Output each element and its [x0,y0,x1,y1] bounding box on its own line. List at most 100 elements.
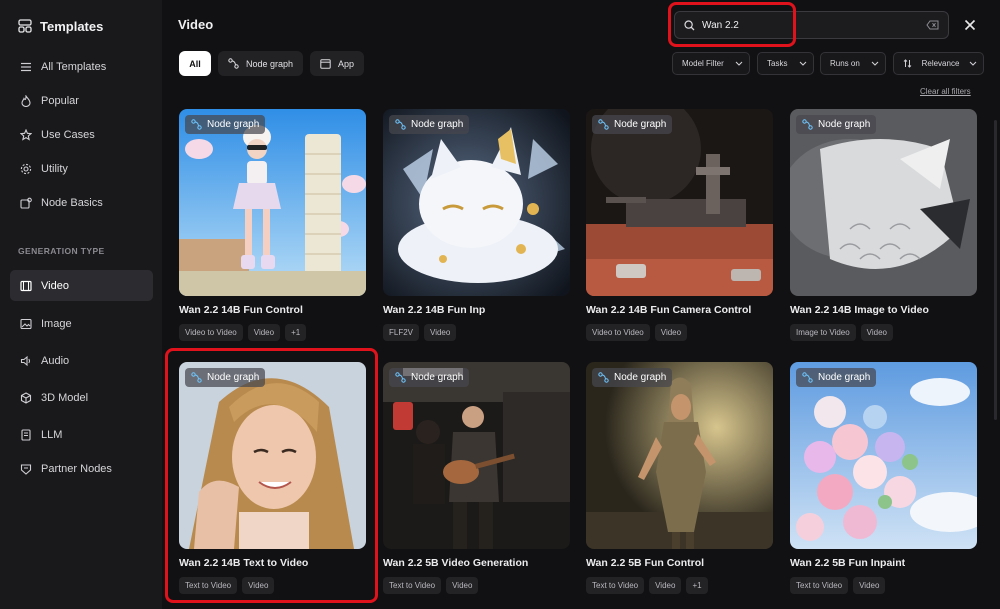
card-thumbnail[interactable]: Node graph [790,362,977,549]
sidebar-item-popular[interactable]: Popular [10,85,153,116]
tag: Video [649,577,682,594]
tasks-dropdown[interactable]: Tasks [757,52,814,75]
model-filter-dropdown[interactable]: Model Filter [672,52,750,75]
sidebar-item-image[interactable]: Image [10,308,153,339]
chevron-down-icon [871,61,879,66]
node-graph-icon [395,119,406,130]
sidebar-item-label: All Templates [41,60,107,73]
sidebar-item-audio[interactable]: Audio [10,345,153,376]
card-title: Wan 2.2 14B Fun Camera Control [586,304,752,316]
sort-dropdown[interactable]: Relevance [893,52,984,75]
card-tags: Text to Video Video [179,577,366,594]
thumbnail-art [179,362,366,549]
card-thumbnail[interactable]: Node graph [383,362,570,549]
tag: Video [853,577,886,594]
card-thumbnail[interactable]: Node graph [586,109,773,296]
list-icon [21,62,31,71]
puzzle-icon [20,197,32,209]
thumbnail-art [383,362,570,549]
chip-all[interactable]: All [179,51,211,76]
sidebar-item-partner-nodes[interactable]: Partner Nodes [10,453,153,484]
badge-label: Node graph [207,119,260,130]
film-icon [20,280,32,291]
card-title: Wan 2.2 5B Fun Inpaint [790,557,906,569]
card-tags: Image to Video Video [790,324,977,341]
card-tags: Text to Video Video +1 [586,577,773,594]
template-card[interactable]: Node graph Wan 2.2 14B Image to Video Im… [790,109,977,341]
card-thumbnail[interactable]: Node graph [586,362,773,549]
chip-label: All [189,58,201,69]
node-graph-icon [191,119,202,130]
template-card[interactable]: Node graph Wan 2.2 14B Text to Video Tex… [179,362,366,594]
template-card[interactable]: Node graph Wan 2.2 5B Video Generation T… [383,362,570,594]
node-graph-badge: Node graph [389,368,470,387]
templates-icon [18,19,32,33]
sidebar-item-3d-model[interactable]: 3D Model [10,382,153,413]
cube-icon [20,391,32,404]
filter-label: Runs on [830,59,860,68]
sidebar-item-label: Utility [41,162,68,175]
card-thumbnail[interactable]: Node graph [179,109,366,296]
sidebar-item-utility[interactable]: Utility [10,153,153,184]
close-button[interactable] [960,15,980,35]
search-box[interactable] [674,11,949,39]
tag: Video [860,324,893,341]
thumbnail-art [790,109,977,296]
template-card[interactable]: Node graph Wan 2.2 14B Fun Control Video… [179,109,366,341]
template-card[interactable]: Node graph Wan 2.2 5B Fun Control Text t… [586,362,773,594]
speaker-icon [20,355,30,366]
sidebar-item-all-templates[interactable]: All Templates [10,51,153,82]
templates-title: Templates [40,18,104,34]
chip-node-graph[interactable]: Node graph [218,51,304,76]
sidebar-item-label: 3D Model [41,391,89,404]
sidebar-item-use-cases[interactable]: Use Cases [10,119,153,150]
sidebar-item-label: Use Cases [41,128,95,141]
clear-search-icon[interactable] [926,20,939,30]
card-title: Wan 2.2 14B Text to Video [179,557,309,569]
badge-label: Node graph [411,372,464,383]
chip-label: App [338,58,355,69]
template-card[interactable]: Node graph Wan 2.2 14B Fun Camera Contro… [586,109,773,341]
filter-label: Model Filter [682,59,724,68]
node-graph-badge: Node graph [389,115,470,134]
search-input[interactable] [702,19,919,31]
card-thumbnail[interactable]: Node graph [179,362,366,549]
templates-header: Templates [18,16,103,36]
filter-label: Tasks [767,59,788,68]
chevron-down-icon [969,61,977,66]
tag: +1 [686,577,708,594]
thumbnail-art [586,109,773,296]
page-title: Video [178,17,214,32]
node-graph-badge: Node graph [185,368,266,387]
badge-label: Node graph [411,119,464,130]
app-window-icon [320,58,331,69]
clear-all-filters-link[interactable]: Clear all filters [920,87,971,96]
book-icon [21,428,31,441]
thumbnail-art [179,109,366,296]
chip-app[interactable]: App [310,51,365,76]
node-graph-icon [191,372,202,383]
scrollbar[interactable] [994,120,997,420]
template-card[interactable]: Node graph Wan 2.2 14B Fun Inp FLF2V Vid… [383,109,570,341]
main-panel: Video All Node graph App Model Filter Ta… [162,0,1000,609]
image-icon [20,318,32,329]
card-tags: Text to Video Video [790,577,977,594]
node-graph-icon [228,58,239,69]
sidebar-item-label: Node Basics [41,196,103,209]
card-thumbnail[interactable]: Node graph [383,109,570,296]
card-tags: Video to Video Video [586,324,773,341]
thumbnail-art [383,109,570,296]
thumbnail-art [586,362,773,549]
template-card[interactable]: Node graph Wan 2.2 5B Fun Inpaint Text t… [790,362,977,594]
card-title: Wan 2.2 14B Fun Inp [383,304,486,316]
gear-icon [20,163,32,174]
sidebar-item-node-basics[interactable]: Node Basics [10,187,153,218]
runs-on-dropdown[interactable]: Runs on [820,52,886,75]
sidebar-item-llm[interactable]: LLM [10,419,153,450]
search-icon [684,19,695,30]
chevron-down-icon [799,61,807,66]
sidebar-item-video[interactable]: Video [10,270,153,301]
card-thumbnail[interactable]: Node graph [790,109,977,296]
tag: Image to Video [790,324,856,341]
partner-icon [20,463,32,475]
